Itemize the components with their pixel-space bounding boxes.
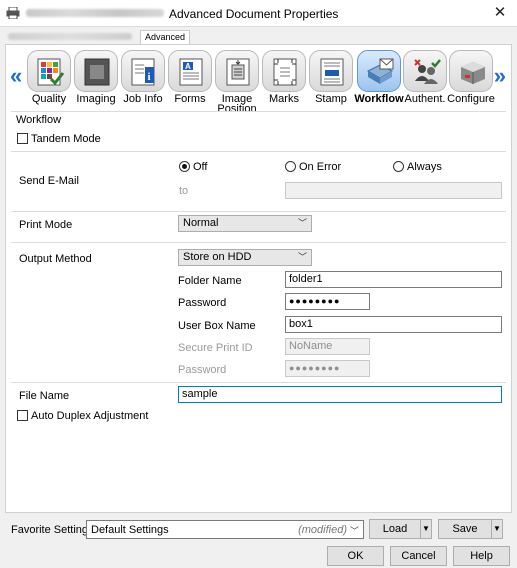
save-dropdown-arrow-icon[interactable]: ▼ (492, 519, 503, 539)
secure-password-field[interactable]: ●●●●●●●● (285, 360, 370, 377)
section-title: Workflow (16, 114, 62, 126)
folder-name-field[interactable]: folder1 (285, 271, 502, 288)
favorite-setting-label: Favorite Setting (11, 524, 89, 536)
image-position-icon (226, 58, 250, 86)
load-button[interactable]: Load (369, 519, 421, 539)
chevron-down-icon: ﹀ (349, 526, 359, 536)
password-label: Password (178, 297, 227, 309)
imaging-icon (84, 58, 110, 86)
title-bar: Advanced Document Properties ✕ (0, 0, 517, 27)
marks-icon (273, 58, 297, 86)
workflow-icon (366, 58, 394, 84)
configure-icon (461, 62, 485, 84)
send-email-always-radio[interactable] (393, 161, 404, 172)
cancel-button[interactable]: Cancel (390, 546, 447, 566)
file-name-label: File Name (19, 390, 70, 402)
svg-text:A: A (185, 62, 191, 71)
secure-password-label: Password (178, 364, 227, 376)
chevron-down-icon: ﹀ (297, 218, 307, 228)
user-box-name-label: User Box Name (178, 320, 256, 332)
quality-icon (37, 58, 64, 86)
divider (11, 382, 506, 383)
output-method-value: Store on HDD (183, 251, 252, 263)
svg-text:i: i (148, 71, 151, 83)
auto-duplex-checkbox[interactable] (17, 410, 28, 421)
toolbar-divider (11, 111, 506, 112)
toolbar-item-stamp[interactable]: Stamp (307, 47, 355, 109)
forms-icon: A (179, 58, 203, 86)
close-button[interactable]: ✕ (483, 0, 517, 27)
printer-icon (6, 7, 20, 19)
divider (11, 211, 506, 212)
blurred-printer-name (26, 9, 164, 17)
main-panel: « » Quality Imaging i Job Info A Forms I… (5, 44, 512, 513)
send-email-always-label: Always (407, 161, 442, 173)
print-mode-value: Normal (183, 217, 219, 229)
user-box-name-field[interactable]: box1 (285, 316, 502, 333)
output-method-select[interactable]: Store on HDD ﹀ (178, 249, 312, 266)
secure-print-id-field[interactable]: NoName (285, 338, 370, 355)
favorite-setting-select[interactable]: Default Settings (modified) ﹀ (86, 520, 364, 539)
file-name-field[interactable]: sample (178, 386, 502, 403)
authentication-icon (414, 59, 441, 84)
favorite-setting-value: Default Settings (91, 524, 169, 536)
help-button[interactable]: Help (453, 546, 510, 566)
email-to-field[interactable] (285, 182, 502, 199)
chevron-down-icon: ﹀ (297, 252, 307, 262)
output-method-label: Output Method (19, 253, 92, 265)
divider (11, 151, 506, 152)
toolbar-label: Configure (447, 93, 495, 105)
tab-blurred-model[interactable] (8, 33, 132, 40)
stamp-icon (320, 58, 344, 86)
save-button[interactable]: Save (438, 519, 492, 539)
window-title: Advanced Document Properties (169, 7, 339, 21)
tandem-mode-label: Tandem Mode (31, 133, 101, 145)
print-mode-select[interactable]: Normal ﹀ (178, 215, 312, 232)
ok-button[interactable]: OK (327, 546, 384, 566)
favorite-setting-status: (modified) (298, 524, 347, 536)
tab-strip: Advanced (0, 28, 517, 45)
toolbar-item-configure[interactable]: Configure (447, 47, 495, 109)
email-to-label: to (179, 185, 189, 197)
job-info-icon: i (131, 58, 155, 86)
secure-print-id-label: Secure Print ID (178, 342, 253, 354)
tab-advanced[interactable]: Advanced (140, 30, 191, 45)
send-email-label: Send E-Mail (19, 175, 79, 187)
send-email-on-error-label: On Error (299, 161, 342, 173)
folder-name-label: Folder Name (178, 275, 242, 287)
scroll-left-arrow-icon[interactable]: « (10, 63, 22, 89)
password-field[interactable]: ●●●●●●●● (285, 293, 370, 310)
close-icon: ✕ (493, 4, 507, 21)
tandem-mode-checkbox[interactable] (17, 133, 28, 144)
load-dropdown-arrow-icon[interactable]: ▼ (421, 519, 432, 539)
print-mode-label: Print Mode (19, 219, 73, 231)
auto-duplex-label: Auto Duplex Adjustment (31, 410, 149, 422)
send-email-on-error-radio[interactable] (285, 161, 296, 172)
send-email-off-label: Off (193, 161, 208, 173)
scroll-right-arrow-icon[interactable]: » (494, 63, 506, 89)
divider (11, 242, 506, 243)
send-email-off-radio[interactable] (179, 161, 190, 172)
